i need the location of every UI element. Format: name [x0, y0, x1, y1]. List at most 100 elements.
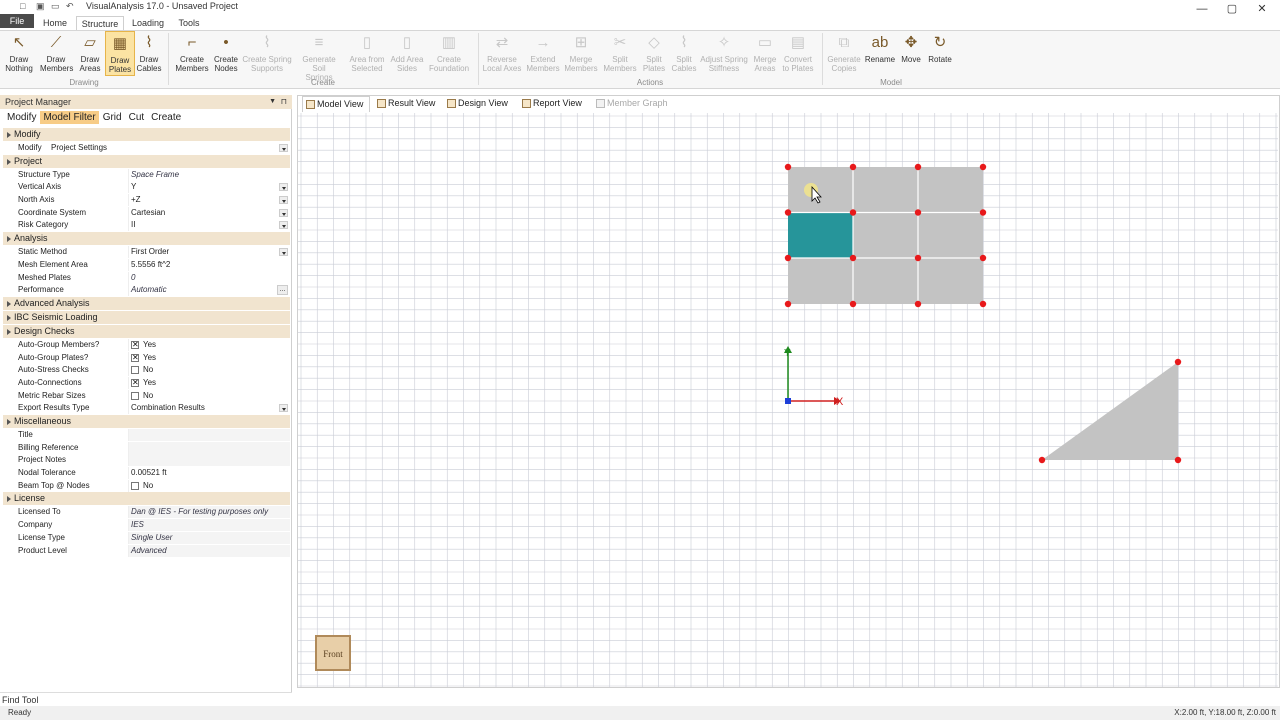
dropdown-icon[interactable]	[279, 196, 288, 205]
dropdown-icon[interactable]	[279, 144, 288, 152]
node[interactable]	[1174, 456, 1182, 464]
undo-icon[interactable]: ↶	[66, 1, 74, 12]
pm-tab-grid[interactable]: Grid	[100, 111, 125, 124]
section-project[interactable]: Project	[3, 154, 290, 168]
pm-tab-create[interactable]: Create	[148, 111, 184, 124]
convert-button[interactable]: ▤ Convert to Plates	[781, 31, 815, 76]
property-row[interactable]: Meshed Plates 0	[3, 271, 290, 285]
dropdown-icon[interactable]	[279, 221, 288, 230]
property-value[interactable]: 0	[128, 271, 290, 284]
property-row[interactable]: Licensed To Dan @ IES - For testing purpo…	[3, 506, 290, 519]
property-value[interactable]	[128, 441, 290, 454]
pm-tab-cut[interactable]: Cut	[126, 111, 148, 124]
area-select-button[interactable]: ▯ Area from Selected	[346, 31, 388, 76]
node[interactable]	[784, 254, 792, 262]
pointer-button[interactable]: ↖ Draw Nothing	[3, 31, 35, 76]
pm-tab-model-filter[interactable]: Model Filter	[40, 111, 99, 124]
create-member-button[interactable]: ⌐ Create Members	[174, 31, 210, 76]
property-value[interactable]: No	[128, 364, 290, 377]
node[interactable]	[979, 300, 987, 308]
foundation-button[interactable]: ▥ Create Foundation	[426, 31, 472, 76]
spring-button[interactable]: ⌇ Create Spring Supports	[242, 31, 292, 76]
property-value[interactable]	[128, 454, 290, 467]
property-value[interactable]: Project Settings	[49, 142, 290, 154]
node[interactable]	[979, 163, 987, 171]
tab-member-graph[interactable]: Member Graph	[593, 96, 673, 112]
property-row[interactable]: Project Notes	[3, 454, 290, 467]
section-design-checks[interactable]: Design Checks	[3, 324, 290, 338]
section-modify[interactable]: Modify	[3, 128, 290, 141]
checkbox[interactable]: ✕	[131, 340, 139, 349]
dropdown-icon[interactable]	[279, 208, 288, 217]
checkbox[interactable]: ✕	[131, 353, 139, 362]
dropdown-icon[interactable]	[279, 183, 288, 192]
section-license[interactable]: License	[3, 492, 290, 506]
property-row[interactable]: License Type Single User	[3, 531, 290, 545]
property-row[interactable]: Beam Top @ Nodes No	[3, 479, 290, 493]
property-row[interactable]: Auto-Stress Checks No	[3, 364, 290, 377]
property-value[interactable]: Automatic	[128, 284, 290, 297]
property-value[interactable]: Dan @ IES - For testing purposes only	[128, 506, 290, 519]
property-value[interactable]: No	[128, 479, 290, 492]
soil-button[interactable]: ≡ Generate Soil Springs	[295, 31, 343, 82]
node[interactable]	[914, 163, 922, 171]
model-scene[interactable]: X Y	[298, 113, 1278, 687]
property-row[interactable]: Auto-Connections ✕ Yes	[3, 376, 290, 390]
triangle-plate[interactable]	[1042, 362, 1178, 460]
node[interactable]	[979, 254, 987, 262]
property-row[interactable]: Metric Rebar Sizes No	[3, 389, 290, 403]
find-tool[interactable]: Find Tool	[0, 692, 292, 706]
merge-button[interactable]: ⊞ Merge Members	[562, 31, 600, 76]
print-icon[interactable]: ▭	[51, 1, 60, 12]
view-cube-front[interactable]: Front	[315, 635, 351, 671]
tab-result-view[interactable]: Result View	[374, 96, 440, 112]
node[interactable]	[849, 300, 857, 308]
ellipsis-button[interactable]: ...	[277, 285, 288, 296]
member-button[interactable]: ⟋ Draw Members	[40, 31, 73, 76]
split-button[interactable]: ✂ Split Members	[601, 31, 639, 76]
property-value[interactable]: Advanced	[128, 544, 290, 557]
split-plates-button[interactable]: ◇ Split Plates	[639, 31, 669, 76]
dropdown-icon[interactable]	[279, 404, 288, 413]
copies-button[interactable]: ⧉ Generate Copies	[826, 31, 862, 76]
property-value[interactable]: +Z	[128, 194, 290, 207]
property-row[interactable]: Auto-Group Members? ✕ Yes	[3, 338, 290, 352]
node[interactable]	[979, 209, 987, 216]
property-row[interactable]: Nodal Tolerance 0.00521 ft	[3, 467, 290, 480]
panel-dropdown-icon[interactable]: ▼	[269, 95, 276, 109]
tab-home[interactable]: Home	[38, 16, 72, 30]
checkbox[interactable]	[131, 481, 139, 490]
section-ibc-seismic[interactable]: IBC Seismic Loading	[3, 310, 290, 324]
property-row[interactable]: Auto-Group Plates? ✕ Yes	[3, 351, 290, 365]
split-cables-button[interactable]: ⌇ Split Cables	[669, 31, 699, 76]
rename-button[interactable]: ab Rename	[864, 31, 896, 76]
property-row[interactable]: Coordinate System Cartesian	[3, 206, 290, 220]
tab-structure[interactable]: Structure	[76, 16, 124, 30]
save-icon[interactable]: ▣	[36, 1, 45, 12]
property-row[interactable]: Company IES	[3, 519, 290, 532]
extend-button[interactable]: → Extend Members	[524, 31, 562, 76]
tab-report-view[interactable]: Report View	[519, 96, 587, 112]
property-value[interactable]: Single User	[128, 531, 290, 544]
property-row[interactable]: Product Level Advanced	[3, 544, 290, 558]
property-value[interactable]: ✕ Yes	[128, 351, 290, 364]
section-analysis[interactable]: Analysis	[3, 232, 290, 246]
tab-design-view[interactable]: Design View	[444, 96, 514, 112]
cable-button[interactable]: ⌇ Draw Cables	[135, 31, 163, 76]
node[interactable]	[784, 209, 792, 216]
property-row[interactable]: Performance Automatic...	[3, 284, 290, 297]
property-row[interactable]: Title	[3, 429, 290, 442]
adjust-button[interactable]: ✧ Adjust Spring Stiffness	[700, 31, 748, 76]
property-value[interactable]: 5.5556 ft^2	[128, 258, 290, 271]
file-menu-button[interactable]: File	[0, 14, 34, 28]
node[interactable]	[914, 254, 922, 262]
property-value[interactable]: First Order	[128, 246, 290, 259]
property-value[interactable]: No	[128, 389, 290, 402]
property-value[interactable]	[128, 429, 290, 441]
property-row[interactable]: Risk Category II	[3, 219, 290, 232]
property-row[interactable]: Mesh Element Area 5.5556 ft^2	[3, 258, 290, 272]
node[interactable]	[1174, 358, 1182, 366]
property-row[interactable]: Structure Type Space Frame	[3, 168, 290, 182]
property-row[interactable]: Modify Project Settings	[3, 142, 290, 155]
node-button[interactable]: • Create Nodes	[212, 31, 240, 76]
